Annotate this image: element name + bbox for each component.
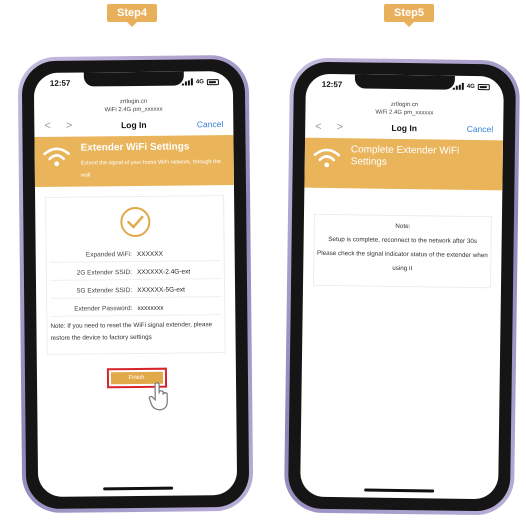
phone-bezel: 12:57 4G zrtlogin.cn WiFi 2.4G pm_xxxxxx… [21,58,250,510]
step5-label: Step5 [384,4,434,27]
url-wifi-name: WiFi 2.4G pm_xxxxxx [104,106,163,114]
info-row-5g-ssid: 5G Extender SSID: XXXXXX-5G-ext [49,281,222,299]
banner-title: Complete Extender WiFi Settings [350,144,460,168]
battery-icon [206,78,219,85]
check-icon [119,207,150,238]
step4-label: Step4 [107,4,157,27]
info-row-password: Extender Password: xxxxxxxx [50,299,222,317]
url-wifi-name: WiFi 2.4G pm_xxxxxx [375,109,434,117]
home-indicator [364,488,435,493]
settings-banner: Extender WiFi Settings Extend the signal… [34,134,234,188]
complete-note: Note: Setup is complete, reconnect to th… [313,213,492,289]
reset-note: Note: If you need to reset the WiFi sign… [50,321,213,342]
status-time: 12:57 [49,78,71,88]
info-row-2g-ssid: 2G Extender SSID: XXXXXX-2.4G-ext [49,263,221,281]
network-type: 4G [466,83,475,90]
network-type: 4G [195,78,204,85]
browser-nav: < > Log In Cancel [34,117,233,135]
browser-nav: < > Log In Cancel [305,120,503,139]
wifi-icon [43,147,70,167]
status-time: 12:57 [321,79,343,90]
hand-pointer-icon [148,382,168,411]
info-row-expanded-wifi: Expanded WiFi: XXXXXX [49,245,221,263]
phone-step5: 12:57 4G zrtlogin.cn WiFi 2.4G pm_xxxxxx… [283,57,521,516]
signal-icon [452,82,464,90]
note-line-indicator: Please check the signal indicator status… [316,249,488,273]
notch [83,71,184,87]
url-bar[interactable]: zrtlogin.cn WiFi 2.4G pm_xxxxxx [305,100,503,119]
phone-step4: 12:57 4G zrtlogin.cn WiFi 2.4G pm_xxxxxx… [17,54,254,514]
home-indicator [102,486,173,491]
signal-icon [181,78,193,86]
battery-icon [477,83,490,90]
wifi-icon [313,148,341,168]
notch [354,74,455,90]
banner-description: Extend the signal of your home WiFi netw… [80,159,221,179]
phone-screen: 12:57 4G zrtlogin.cn WiFi 2.4G pm_xxxxxx… [300,73,504,500]
url-bar[interactable]: zrtlogin.cn WiFi 2.4G pm_xxxxxx [34,97,233,115]
complete-banner: Complete Extender WiFi Settings [304,137,504,191]
cancel-button[interactable]: Cancel [467,124,494,134]
phone-bezel: 12:57 4G zrtlogin.cn WiFi 2.4G pm_xxxxxx… [287,61,517,512]
phone-screen: 12:57 4G zrtlogin.cn WiFi 2.4G pm_xxxxxx… [33,70,238,498]
banner-title: Extender WiFi Settings [80,141,190,154]
cancel-button[interactable]: Cancel [197,119,224,129]
